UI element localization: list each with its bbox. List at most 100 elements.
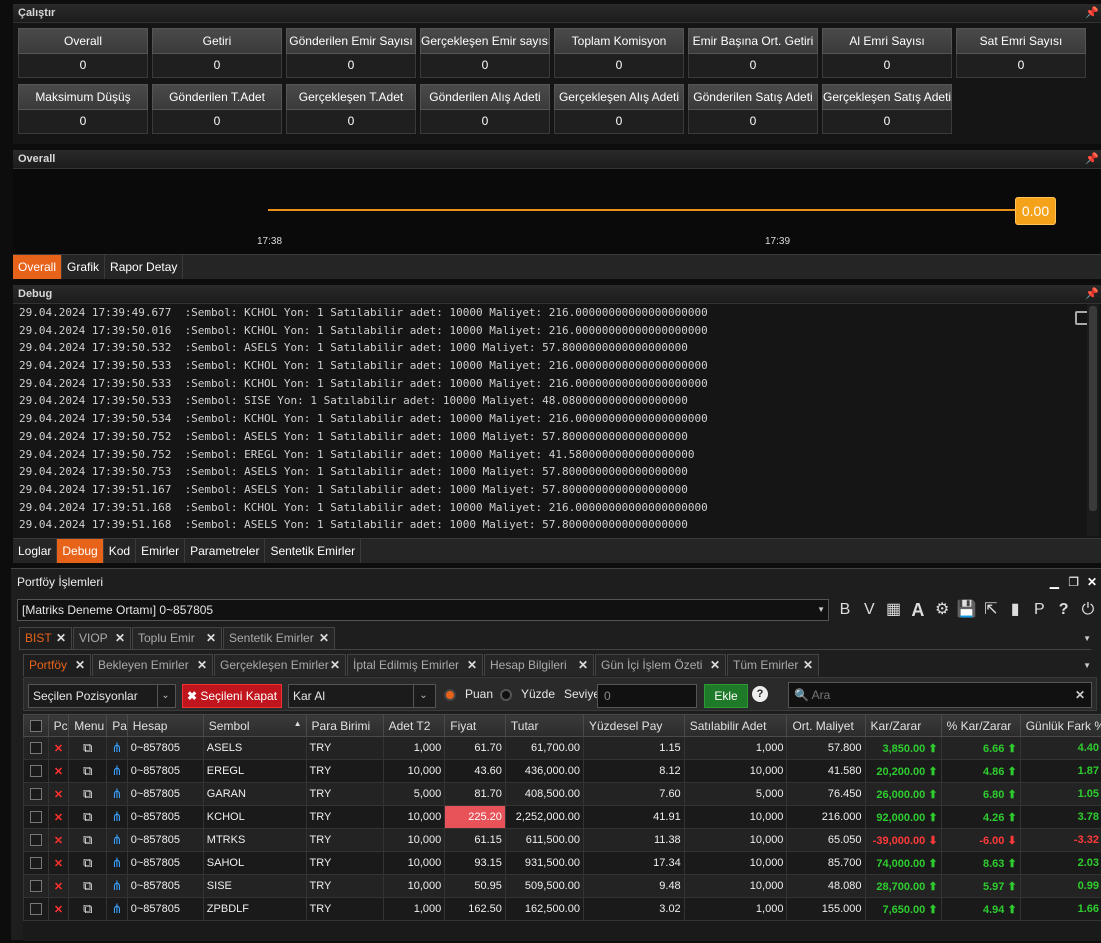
close-icon[interactable]: ✕: [1087, 569, 1097, 595]
radio-yuzde[interactable]: [500, 689, 512, 701]
column-header[interactable]: [23, 714, 49, 737]
tab-debug[interactable]: Debug: [57, 539, 104, 563]
row-checkbox-cell[interactable]: [23, 736, 49, 760]
clear-icon[interactable]: ✕: [1075, 683, 1085, 707]
row-checkbox[interactable]: [29, 880, 42, 893]
column-header[interactable]: Ort. Maliyet: [786, 714, 866, 737]
table-row[interactable]: ✕ ⧉ ⋔ 0~857805 SISE TRY 10,000 50.95 509,500.00 9…: [23, 874, 1101, 898]
share-icon[interactable]: ⋔: [106, 874, 128, 898]
account-select[interactable]: [Matriks Deneme Ortamı] 0~857805 ▼: [17, 599, 829, 621]
market-tab[interactable]: Toplu Emir ✕: [132, 627, 222, 649]
table-row[interactable]: ✕ ⧉ ⋔ 0~857805 ASELS TRY 1,000 61.70 61,700.00 1.…: [23, 736, 1101, 760]
table-row[interactable]: ✕ ⧉ ⋔ 0~857805 ZPBDLF TRY 1,000 162.50 162,500.0…: [23, 897, 1101, 921]
share-icon[interactable]: ⋔: [106, 828, 128, 852]
row-checkbox-cell[interactable]: [23, 759, 49, 783]
row-checkbox-cell[interactable]: [23, 828, 49, 852]
icon-v-icon[interactable]: V: [859, 599, 879, 621]
tab-rapor-detay[interactable]: Rapor Detay: [105, 255, 184, 279]
tab-parametreler[interactable]: Parametreler: [185, 539, 266, 563]
maximize-icon[interactable]: ❐: [1068, 569, 1079, 595]
open-menu-icon[interactable]: ⧉: [68, 805, 108, 829]
sub-tab[interactable]: Hesap Bilgileri ✕: [484, 654, 594, 676]
tab-emirler[interactable]: Emirler: [136, 539, 186, 563]
tab-sentetik-emirler[interactable]: Sentetik Emirler: [265, 539, 362, 563]
close-tab-icon[interactable]: ✕: [578, 655, 588, 676]
column-header[interactable]: Hesap: [126, 714, 204, 737]
close-position-icon[interactable]: ✕: [47, 759, 70, 783]
close-tab-icon[interactable]: ✕: [803, 655, 813, 676]
row-checkbox-cell[interactable]: [23, 782, 49, 806]
open-menu-icon[interactable]: ⧉: [68, 759, 108, 783]
open-menu-icon[interactable]: ⧉: [68, 828, 108, 852]
column-header[interactable]: Adet T2: [382, 714, 446, 737]
sub-tab[interactable]: Bekleyen Emirler ✕: [92, 654, 213, 676]
open-menu-icon[interactable]: ⧉: [68, 897, 108, 921]
tab-kod[interactable]: Kod: [104, 539, 137, 563]
close-tab-icon[interactable]: ✕: [467, 655, 477, 676]
share-icon[interactable]: ⋔: [106, 805, 128, 829]
sub-tab[interactable]: Gün İçi İşlem Özeti ✕: [595, 654, 726, 676]
sub-tab[interactable]: Portföy ✕: [23, 654, 91, 676]
tab-overall[interactable]: Overall: [13, 255, 63, 279]
column-header[interactable]: % Kar/Zarar: [940, 714, 1021, 737]
column-header[interactable]: Kar/Zarar: [864, 714, 942, 737]
row-checkbox[interactable]: [29, 834, 42, 847]
row-checkbox[interactable]: [29, 765, 42, 778]
minimize-icon[interactable]: ▁: [1050, 569, 1059, 595]
row-checkbox[interactable]: [29, 742, 42, 755]
sub-tab[interactable]: İptal Edilmiş Emirler ✕: [347, 654, 483, 676]
open-menu-icon[interactable]: ⧉: [68, 782, 108, 806]
market-tab[interactable]: Sentetik Emirler ✕: [223, 627, 335, 649]
close-position-icon[interactable]: ✕: [47, 897, 70, 921]
close-position-icon[interactable]: ✕: [47, 736, 70, 760]
row-checkbox-cell[interactable]: [23, 897, 49, 921]
share-icon[interactable]: ⋔: [106, 736, 128, 760]
close-position-icon[interactable]: ✕: [47, 851, 70, 875]
icon-a-icon[interactable]: A: [908, 599, 928, 621]
row-checkbox-cell[interactable]: [23, 851, 49, 875]
row-checkbox[interactable]: [29, 903, 42, 916]
close-tab-icon[interactable]: ✕: [115, 628, 125, 649]
help-icon[interactable]: ?: [1054, 599, 1074, 621]
row-checkbox-cell[interactable]: [23, 874, 49, 898]
close-selected-button[interactable]: ✖ Seçileni Kapat: [182, 684, 282, 708]
close-position-icon[interactable]: ✕: [47, 874, 70, 898]
table-row[interactable]: ✕ ⧉ ⋔ 0~857805 GARAN TRY 5,000 81.70 408,500.00 7…: [23, 782, 1101, 806]
export-icon[interactable]: ⇱: [981, 599, 1001, 621]
gear-icon[interactable]: ⚙: [932, 599, 952, 621]
row-checkbox[interactable]: [29, 788, 42, 801]
pin-icon[interactable]: 📌: [1085, 6, 1099, 20]
add-button[interactable]: Ekle: [704, 684, 748, 708]
row-checkbox[interactable]: [29, 857, 42, 870]
select-all-checkbox[interactable]: [30, 720, 42, 733]
close-tab-icon[interactable]: ✕: [75, 655, 85, 676]
column-header[interactable]: Günlük Fark %: [1019, 714, 1101, 737]
open-menu-icon[interactable]: ⧉: [68, 874, 108, 898]
market-tab[interactable]: BIST ✕: [19, 627, 72, 649]
close-tab-icon[interactable]: ✕: [330, 655, 340, 676]
chart-icon[interactable]: ▮: [1005, 599, 1025, 621]
open-menu-icon[interactable]: ⧉: [68, 736, 108, 760]
table-row[interactable]: ✕ ⧉ ⋔ 0~857805 MTRKS TRY 10,000 61.15 611,500.00…: [23, 828, 1101, 852]
type-select[interactable]: Kar Al ⌄: [288, 684, 436, 708]
pin-icon[interactable]: 📌: [1085, 152, 1099, 166]
scrollbar[interactable]: [1087, 304, 1099, 536]
column-header[interactable]: Pc: [47, 714, 70, 737]
table-row[interactable]: ✕ ⧉ ⋔ 0~857805 KCHOL TRY 10,000 225.20 2,252,000…: [23, 805, 1101, 829]
column-header[interactable]: Sembol ▲: [202, 714, 307, 737]
column-header[interactable]: Para Birimi: [305, 714, 384, 737]
power-icon[interactable]: ⏻: [1078, 599, 1098, 621]
chevron-down-icon[interactable]: ▼: [1083, 634, 1091, 643]
sub-tab[interactable]: Gerçekleşen Emirler ✕: [214, 654, 346, 676]
table-row[interactable]: ✕ ⧉ ⋔ 0~857805 SAHOL TRY 10,000 93.15 931,500.00…: [23, 851, 1101, 875]
chevron-down-icon[interactable]: ▼: [1083, 661, 1091, 670]
column-header[interactable]: Menu: [68, 714, 108, 737]
save-icon[interactable]: 💾: [957, 599, 977, 621]
close-tab-icon[interactable]: ✕: [197, 655, 207, 676]
close-position-icon[interactable]: ✕: [47, 782, 70, 806]
search-input[interactable]: 🔍 Ara ✕: [788, 682, 1092, 708]
radio-puan[interactable]: [444, 689, 456, 701]
table-row[interactable]: ✕ ⧉ ⋔ 0~857805 EREGL TRY 10,000 43.60 436,000.00…: [23, 759, 1101, 783]
column-header[interactable]: Fiyat: [444, 714, 506, 737]
tab-loglar[interactable]: Loglar: [13, 539, 58, 563]
